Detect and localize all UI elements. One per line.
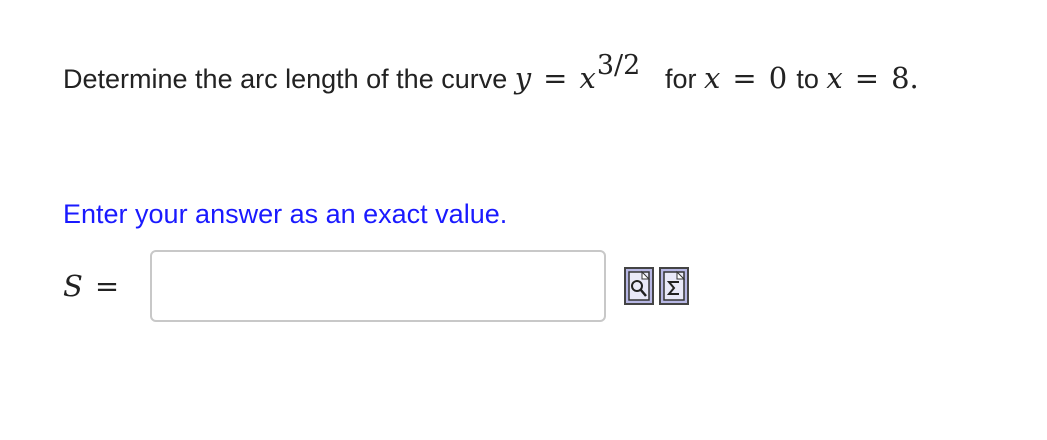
answer-equals: = [94,269,120,303]
preview-magnifier-icon [628,270,651,301]
to-word: to [796,64,819,94]
range-equals-2: = [854,61,880,95]
range-end: 8. [891,61,919,95]
equation-sigma-icon [663,270,686,301]
range-variable-2: x [826,61,843,95]
range-start-expression: x = 0 [704,61,796,95]
equation-editor-button[interactable] [659,267,689,305]
answer-instruction: Enter your answer as an exact value. [63,199,508,229]
range-end-expression: x = 8. [826,61,918,95]
question-prefix: Determine the arc length of the curve [63,64,508,94]
exponent: 3/2 [596,50,641,81]
answer-row: S = [63,249,689,323]
answer-input[interactable] [150,250,606,322]
range-start: 0 [768,61,788,95]
equals-sign: = [543,61,568,95]
range-variable-1: x [704,61,721,95]
answer-variable: S [63,269,83,303]
base-variable: x [579,61,596,95]
preview-button[interactable] [624,267,654,305]
range-equals-1: = [732,61,757,95]
answer-label: S = [63,269,150,303]
question-text: Determine the arc length of the curve y =… [63,50,919,100]
for-word: for [665,64,697,94]
lhs-variable: y [514,61,532,95]
curve-equation: y = x3/2 [514,50,650,95]
